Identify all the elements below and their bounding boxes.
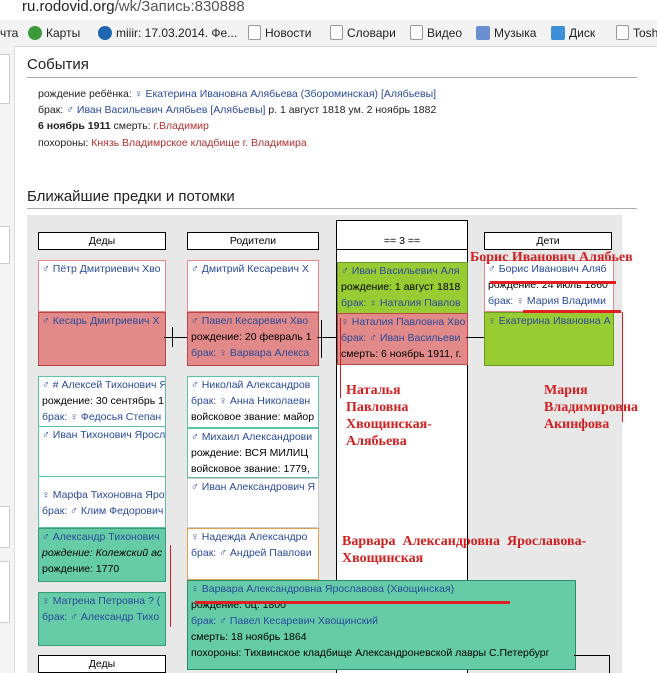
- column-header-children: Дети: [484, 232, 612, 250]
- tree-connector: [172, 327, 173, 347]
- person-card-grandparent[interactable]: ♂ Александр Тихонович рождение: Колежски…: [38, 528, 166, 582]
- column-header-grandparents: Деды: [38, 232, 166, 250]
- annotation-boris: Борис Иванович Алябьев: [470, 250, 633, 265]
- bookmark-music[interactable]: Музыка: [476, 24, 536, 42]
- annotation-natalia: Наталья Павловна Хвощинская- Алябьева: [346, 383, 432, 449]
- events-divider: [27, 77, 637, 78]
- page-icon: [616, 25, 629, 40]
- sidebar-panel: [0, 561, 10, 623]
- tree-connector: [164, 337, 187, 338]
- maps-icon: [28, 26, 42, 40]
- bookmark-disk[interactable]: Диск: [551, 24, 595, 42]
- annotation-underline: [490, 281, 616, 284]
- column-header-parents: Родители: [187, 232, 319, 250]
- person-card-parent[interactable]: ♂ Павел Кесаревич Хво рождение: 20 февра…: [187, 312, 319, 366]
- person-card-self[interactable]: ♂ Иван Васильевич Аля рождение: 1 август…: [337, 262, 468, 314]
- tree-connector: [317, 337, 337, 338]
- event-spouse-link[interactable]: ♂ Иван Васильевич Алябьев [Алябьевы]: [66, 104, 265, 116]
- sidebar-panel: [0, 226, 10, 264]
- self-column-top: [336, 220, 468, 233]
- annotation-maria: Мария Владимировна Акинфова: [544, 383, 639, 432]
- page-icon: [330, 25, 343, 40]
- url-text[interactable]: ru.rodovid.org/wk/Запись:830888: [22, 0, 245, 15]
- person-card-grandparent[interactable]: ♂ # Алексей Тихонович Я рождение: 30 сен…: [38, 376, 166, 428]
- bookmarks-bar: чта Карты miiir: 17.03.2014. Фе... Новос…: [0, 20, 657, 47]
- annotation-pointer: [340, 318, 341, 398]
- column-header-self: == 3 ==: [336, 232, 468, 250]
- annotation-varvara: Варвара Александровна Ярославова- Хвощин…: [342, 534, 587, 566]
- bookmark-maps[interactable]: Карты: [28, 24, 80, 42]
- sidebar-panel: [0, 506, 10, 548]
- events-title: События: [27, 56, 89, 73]
- tree-title: Ближайшие предки и потомки: [27, 188, 235, 205]
- event-child-link[interactable]: ♀ Екатерина Ивановна Алябьева (Збороминс…: [135, 88, 436, 100]
- person-card-child[interactable]: ♀ Екатерина Ивановна А: [484, 312, 614, 366]
- person-card-parent[interactable]: ♀ Надежда Александро брак: ♂ Андрей Павл…: [187, 528, 319, 580]
- bookmark-tosh[interactable]: Tosh: [616, 24, 657, 42]
- event-death-place-link[interactable]: г.Владимир: [154, 120, 209, 132]
- annotation-pointer: [622, 312, 623, 422]
- bookmark-dictionaries[interactable]: Словари: [330, 24, 396, 42]
- bookmark-news[interactable]: Новости: [248, 24, 311, 42]
- person-card-parent[interactable]: ♂ Иван Александрович Я: [187, 478, 319, 528]
- bookmark-mail[interactable]: чта: [0, 24, 18, 42]
- sidebar-panel: [0, 54, 10, 104]
- event-death: 6 ноябрь 1911 смерть: г.Владимир: [38, 120, 209, 132]
- bookmark-video[interactable]: Видео: [410, 24, 462, 42]
- event-child-birth: рождение ребёнка: ♀ Екатерина Ивановна А…: [38, 88, 437, 100]
- tree-connector: [609, 655, 610, 673]
- person-card-parent[interactable]: ♂ Михаил Александрови рождение: ВСЯ МИЛИ…: [187, 428, 319, 478]
- tree-connector: [574, 655, 610, 656]
- tree-connector: [170, 545, 171, 627]
- person-card-child[interactable]: ♂ Борис Иванович Аляб рождение: 24 июль …: [484, 260, 614, 312]
- person-card-spouse[interactable]: ♀ Наталия Павловна Хво брак: ♂ Иван Васи…: [337, 313, 468, 365]
- disk-icon: [551, 26, 565, 40]
- person-tooltip: ♀ Варвара Александровна Ярославова (Хвощ…: [187, 580, 576, 670]
- bookmark-miiir[interactable]: miiir: 17.03.2014. Фе...: [98, 24, 237, 42]
- music-icon: [476, 26, 490, 40]
- annotation-underline: [523, 310, 621, 313]
- annotation-underline: [195, 601, 510, 604]
- tree-connector: [466, 337, 484, 338]
- page-icon: [248, 25, 261, 40]
- address-bar[interactable]: ru.rodovid.org/wk/Запись:830888: [0, 0, 657, 20]
- column-header-grandparents-bottom: Деды: [38, 655, 166, 673]
- event-burial-place-link[interactable]: Князь Владимрское кладбище г. Владимира: [91, 137, 306, 149]
- person-card-grandparent[interactable]: ♀ Матрена Петровна ? ( брак: ♂ Александр…: [38, 592, 166, 646]
- user-icon: [98, 26, 112, 40]
- tree-connector: [321, 320, 322, 358]
- person-card-grandparent[interactable]: ♀ Марфа Тихоновна Яро брак: ♂ Клим Федор…: [38, 476, 166, 528]
- person-card-grandparent[interactable]: ♂ Кесарь Дмитриевич Х: [38, 312, 166, 366]
- left-sidebar: [0, 46, 15, 673]
- event-burial: похороны: Князь Владимрское кладбище г. …: [38, 137, 307, 149]
- video-icon: [410, 25, 423, 40]
- person-card-parent[interactable]: ♂ Николай Александров брак: ♀ Анна Никол…: [187, 376, 319, 428]
- person-card-parent[interactable]: ♂ Дмитрий Кесаревич Х: [187, 260, 319, 312]
- event-marriage: брак: ♂ Иван Васильевич Алябьев [Алябьев…: [38, 104, 437, 116]
- person-card-grandparent[interactable]: ♂ Иван Тихонович Яросл: [38, 426, 166, 478]
- person-card-grandparent[interactable]: ♂ Пётр Дмитриевич Хво: [38, 260, 166, 312]
- tree-divider: [27, 208, 637, 209]
